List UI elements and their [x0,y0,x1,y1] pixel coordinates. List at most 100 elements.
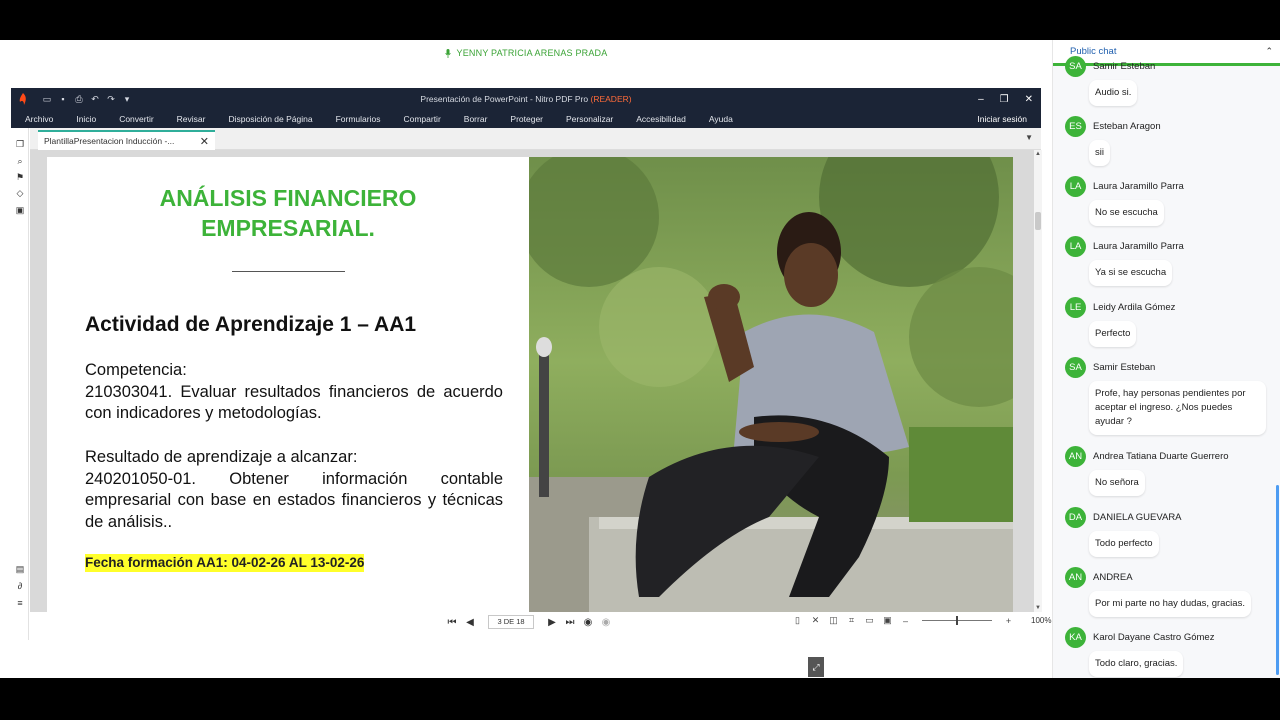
slide-text-panel: ANÁLISIS FINANCIERO EMPRESARIAL. Activid… [47,157,529,612]
tag-icon[interactable]: ◇ [15,188,25,198]
sender-name: DANIELA GUEVARA [1093,512,1182,523]
presenter-indicator: YENNY PATRICIA ARENAS PRADA [0,40,1052,66]
avatar: KA [1065,627,1086,648]
menu-convertir[interactable]: Convertir [119,114,153,124]
close-icon[interactable]: ✕ [1025,94,1033,105]
zoom-slider-handle[interactable] [956,616,958,625]
competencia-label: Competencia: [85,361,187,379]
menu-disposicion[interactable]: Disposición de Página [228,114,312,124]
undo-icon[interactable]: ↶ [89,94,101,105]
menu-borrar[interactable]: Borrar [464,114,488,124]
title-divider [232,271,345,272]
avatar: DA [1065,507,1086,528]
last-page-icon[interactable]: ⏭ [564,617,576,628]
first-page-icon[interactable]: ⏮ [446,617,458,628]
full-screen-view-icon[interactable]: ▭ [864,615,875,626]
print-icon[interactable]: ⎙ [73,94,85,105]
page-navigation: ⏮ ◀ 3 DE 18 ▶ ⏭ ◉ ◉ [446,615,612,629]
message-bubble: Audio si. [1089,80,1138,106]
chat-scrollbar[interactable] [1276,485,1279,675]
menu-compartir[interactable]: Compartir [403,114,440,124]
layers-icon[interactable]: ≡ [15,598,25,608]
single-page-view-icon[interactable]: ▯ [792,615,803,626]
message-bubble: Todo perfecto [1089,531,1159,557]
menu-formularios[interactable]: Formularios [336,114,381,124]
sender-name: Andrea Tatiana Duarte Guerrero [1093,451,1229,462]
sender-name: Leidy Ardila Gómez [1093,302,1176,313]
avatar: AN [1065,567,1086,588]
competencia-block: Competencia: 210303041. Evaluar resultad… [85,360,503,425]
public-chat-panel: Public chat ⌃ SA Samir Esteban Audio si.… [1052,40,1280,678]
sign-in-button[interactable]: Iniciar sesión [977,114,1027,124]
window-titlebar: ▭ ▪ ⎙ ↶ ↷ ▾ Presentación de PowerPoint -… [11,88,1041,110]
vertical-scrollbar[interactable]: ▲ ▼ [1034,150,1042,612]
menu-proteger[interactable]: Proteger [510,114,543,124]
customize-toolbar-icon[interactable]: ▾ [121,94,133,105]
zoom-slider[interactable] [922,616,992,625]
page-indicator-field[interactable]: 3 DE 18 [488,615,534,629]
zoom-in-icon[interactable]: + [1003,616,1014,626]
sender-name: Samir Esteban [1093,61,1156,72]
document-tab-label: PlantillaPresentacion Inducción -... [44,136,175,146]
back-view-icon[interactable]: ◉ [582,617,594,628]
avatar: LA [1065,176,1086,197]
search-icon[interactable]: ⌕ [15,156,25,166]
quick-access-toolbar: ▭ ▪ ⎙ ↶ ↷ ▾ [41,94,133,105]
previous-page-icon[interactable]: ◀ [464,617,476,628]
menu-accesibilidad[interactable]: Accesibilidad [636,114,686,124]
chat-header[interactable]: Public chat ⌃ [1053,40,1280,66]
scroll-up-icon[interactable]: ▲ [1034,151,1042,157]
nitro-pdf-window: ▭ ▪ ⎙ ↶ ↷ ▾ Presentación de PowerPoint -… [11,88,1051,640]
save-icon[interactable]: ▪ [57,94,69,104]
fit-page-icon[interactable]: ⌗ [846,615,857,626]
resultado-text: 240201050-01. Obtener información contab… [85,469,503,531]
presenter-name: YENNY PATRICIA ARENAS PRADA [456,48,608,58]
open-folder-icon[interactable]: ▭ [41,94,53,105]
menu-revisar[interactable]: Revisar [177,114,206,124]
avatar: LA [1065,236,1086,257]
message-bubble: sii [1089,140,1110,166]
document-tab[interactable]: PlantillaPresentacion Inducción -... ✕ [38,130,215,150]
minimize-icon[interactable]: – [978,94,984,105]
fecha-highlight: Fecha formación AA1: 04-02-26 AL 13-02-2… [85,554,365,572]
close-tab-icon[interactable]: ✕ [200,135,209,148]
redo-icon[interactable]: ↷ [105,94,117,105]
forward-view-icon[interactable]: ◉ [600,617,612,628]
document-tabs: PlantillaPresentacion Inducción -... ✕ ▼ [30,128,1041,150]
tab-list-chevron-down-icon[interactable]: ▼ [1025,133,1033,142]
left-tool-rail: ❐ ⌕ ⚑ ◇ ▣ ▤ ∂ ≡ [11,128,29,640]
lock-icon[interactable]: ▣ [15,205,25,215]
window-title: Presentación de PowerPoint - Nitro PDF P… [420,94,632,104]
two-page-view-icon[interactable]: ◫ [828,615,839,626]
restore-icon[interactable]: ❐ [1000,94,1009,105]
zoom-out-icon[interactable]: – [900,616,911,626]
fullscreen-toggle-icon[interactable]: ⤢ [808,657,824,677]
menu-archivo[interactable]: Archivo [25,114,53,124]
slide-title-line1: ANÁLISIS FINANCIERO [159,185,417,211]
comment-icon[interactable]: ▤ [15,564,25,574]
sender-name: Laura Jaramillo Parra [1093,181,1184,192]
avatar: LE [1065,297,1086,318]
sender-name: Karol Dayane Castro Gómez [1093,632,1215,643]
chat-sort-chevron-icon[interactable]: ⌃ [1265,46,1273,57]
view-controls: ▯ ✕ ◫ ⌗ ▭ ▣ – + 100% [792,615,1051,626]
sender-name: ANDREA [1093,572,1133,583]
student-photo [529,157,1013,612]
scroll-thumb[interactable] [1035,212,1041,230]
scroll-down-icon[interactable]: ▼ [1034,605,1042,611]
message-bubble: Por mi parte no hay dudas, gracias. [1089,591,1251,617]
avatar: AN [1065,446,1086,467]
attachment-icon[interactable]: ∂ [15,581,25,591]
menu-personalizar[interactable]: Personalizar [566,114,613,124]
next-page-icon[interactable]: ▶ [546,617,558,628]
bookmark-icon[interactable]: ⚑ [15,172,25,182]
sender-name: Esteban Aragon [1093,121,1161,132]
nitro-logo-icon [19,93,26,105]
menu-ayuda[interactable]: Ayuda [709,114,733,124]
slide-page: ANÁLISIS FINANCIERO EMPRESARIAL. Activid… [47,157,1013,612]
fit-width-icon[interactable]: ✕ [810,615,821,626]
resultado-block: Resultado de aprendizaje a alcanzar: 240… [85,447,503,533]
presentation-view-icon[interactable]: ▣ [882,615,893,626]
menu-inicio[interactable]: Inicio [76,114,96,124]
pages-icon[interactable]: ❐ [15,139,25,149]
